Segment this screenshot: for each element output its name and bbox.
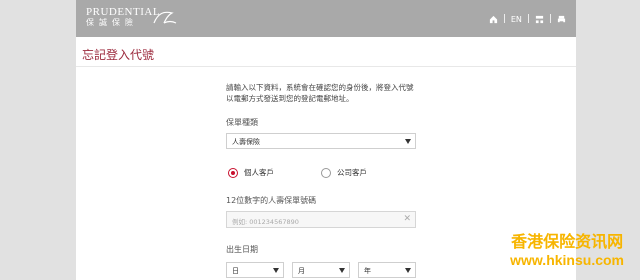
brand-logo[interactable]: PRUDENTIAL 保誠保險 <box>86 6 177 28</box>
policy-type-select[interactable]: 人壽保險 <box>226 133 416 149</box>
separator: | <box>548 14 552 24</box>
chevron-down-icon <box>339 268 345 273</box>
dob-day-value: 日 <box>232 267 239 275</box>
logo-english: PRUDENTIAL <box>86 6 161 18</box>
header-actions: | EN | | <box>489 14 566 24</box>
left-background <box>0 0 76 280</box>
watermark-url: www.hkinsu.com <box>510 252 624 268</box>
brand-mark-icon <box>153 11 177 24</box>
site-header: PRUDENTIAL 保誠保險 | EN | | <box>76 0 576 37</box>
site-watermark: 香港保险资讯网 www.hkinsu.com <box>510 228 624 268</box>
sitemap-icon[interactable] <box>535 15 544 24</box>
intro-text: 請輸入以下資料，系統會在確認您的身份後，將登入代號以電郵方式發送到您的登記電郵地… <box>226 83 414 103</box>
radio-company-label: 公司客戶 <box>337 168 367 177</box>
dob-year-select[interactable]: 年 <box>358 262 416 278</box>
policy-number-placeholder: 例如: 001234567890 <box>232 218 299 226</box>
page-title: 忘記登入代號 <box>82 48 155 62</box>
dob-month-select[interactable]: 月 <box>292 262 350 278</box>
radio-unchecked-icon <box>321 167 331 178</box>
radio-personal-customer[interactable]: 個人客戶 <box>228 167 274 178</box>
print-icon[interactable] <box>557 15 566 24</box>
policy-type-value: 人壽保險 <box>232 138 260 146</box>
separator: | <box>502 14 506 24</box>
chevron-down-icon <box>405 268 411 273</box>
policy-number-input[interactable]: 例如: 001234567890 ✕ <box>226 211 416 228</box>
policy-number-label: 12位數字的人壽保單號碼 <box>226 196 317 205</box>
dob-year-value: 年 <box>364 267 371 275</box>
radio-checked-icon <box>228 167 238 178</box>
chevron-down-icon <box>273 268 279 273</box>
radio-personal-label: 個人客戶 <box>244 168 274 177</box>
dob-month-value: 月 <box>298 267 305 275</box>
divider <box>76 66 576 67</box>
page-container: PRUDENTIAL 保誠保險 | EN | | 忘記登入代號 請輸入以下資料，… <box>76 0 576 280</box>
dob-label: 出生日期 <box>226 245 258 254</box>
chevron-down-icon <box>405 139 411 144</box>
home-icon[interactable] <box>489 15 498 24</box>
close-icon[interactable]: ✕ <box>403 215 411 224</box>
language-toggle[interactable]: EN <box>511 15 522 24</box>
watermark-chinese: 香港保险资讯网 <box>511 232 624 251</box>
separator: | <box>526 14 530 24</box>
policy-type-label: 保單種類 <box>226 118 258 127</box>
logo-chinese: 保誠保險 <box>86 18 138 27</box>
dob-day-select[interactable]: 日 <box>226 262 284 278</box>
radio-company-customer[interactable]: 公司客戶 <box>321 167 367 178</box>
